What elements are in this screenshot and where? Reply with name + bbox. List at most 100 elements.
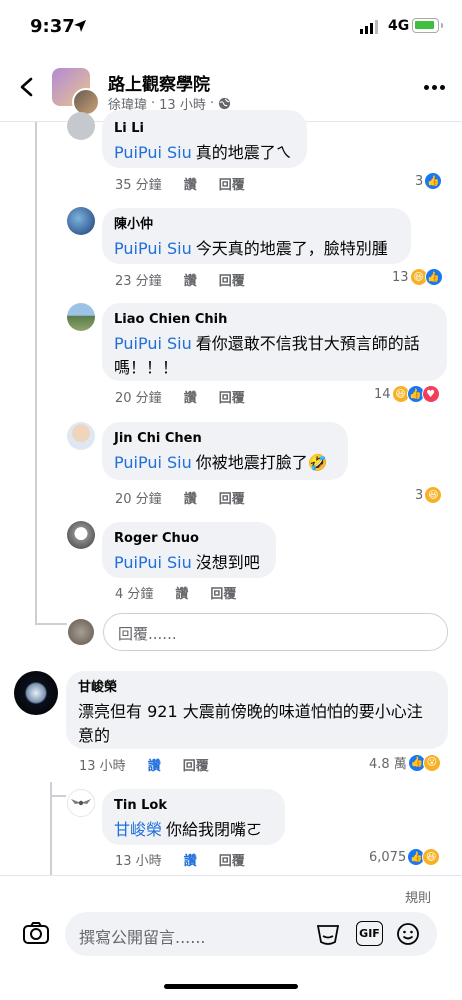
commenter-name[interactable]: Tin Lok bbox=[114, 797, 273, 815]
avatar-sticker-icon[interactable] bbox=[315, 922, 341, 946]
like-reaction-icon: 👍 bbox=[424, 268, 443, 286]
like-button[interactable]: 讚 bbox=[148, 755, 161, 774]
comment-actions: 35 分鐘 讚 回覆 bbox=[115, 174, 245, 193]
reply-button[interactable]: 回覆 bbox=[219, 387, 245, 406]
reply-input[interactable]: 回覆...... bbox=[103, 613, 448, 651]
avatar[interactable] bbox=[67, 521, 95, 549]
comment-text: 漂亮但有 921 大震前傍晚的味道怕怕的要小心注 意的 bbox=[78, 702, 423, 745]
mention-link[interactable]: PuiPui Siu bbox=[114, 239, 192, 258]
avatar[interactable] bbox=[14, 671, 58, 715]
comment-time: 4 分鐘 bbox=[115, 587, 154, 602]
comment-time: 20 分鐘 bbox=[115, 492, 162, 507]
comment-bubble: Roger Chuo PuiPui Siu 沒想到吧 bbox=[102, 522, 276, 578]
like-button[interactable]: 讚 bbox=[184, 270, 197, 289]
winged-logo-icon bbox=[71, 799, 91, 806]
comment-text: PuiPui Siu 沒想到吧 bbox=[114, 553, 260, 572]
like-reaction-icon: 👍 bbox=[424, 172, 443, 190]
avatar[interactable] bbox=[67, 789, 95, 817]
thread-line bbox=[35, 122, 37, 625]
more-options-icon[interactable] bbox=[424, 85, 445, 90]
reply-button[interactable]: 回覆 bbox=[219, 850, 245, 869]
comment-time: 20 分鐘 bbox=[115, 391, 162, 406]
reply-button[interactable]: 回覆 bbox=[219, 270, 245, 289]
comment-text: 甘峻榮 你給我閉嘴ㄛ bbox=[114, 820, 263, 839]
home-indicator bbox=[164, 984, 298, 989]
reaction-summary[interactable]: 13 😆 👍 bbox=[392, 268, 443, 286]
comment-text: PuiPui Siu 今天真的地震了，臉特別腫 bbox=[114, 239, 388, 258]
wow-reaction-icon: 😮 bbox=[422, 753, 441, 772]
status-time: 9:37 bbox=[30, 16, 75, 37]
current-user-avatar bbox=[68, 619, 94, 645]
emoji-icon[interactable] bbox=[396, 922, 420, 946]
avatar[interactable] bbox=[67, 303, 95, 331]
mention-link[interactable]: PuiPui Siu bbox=[114, 553, 192, 572]
globe-icon bbox=[218, 97, 231, 110]
avatar[interactable] bbox=[67, 112, 95, 140]
comment-text: PuiPui Siu 真的地震了ㄟ bbox=[114, 143, 292, 162]
comment-bubble: 甘峻榮 漂亮但有 921 大震前傍晚的味道怕怕的要小心注 意的 bbox=[66, 671, 448, 749]
comment-bubble: 陳小仲 PuiPui Siu 今天真的地震了，臉特別腫 bbox=[102, 208, 411, 264]
mention-link[interactable]: PuiPui Siu bbox=[114, 453, 192, 472]
comment-bubble: Jin Chi Chen PuiPui Siu 你被地震打臉了🤣 bbox=[102, 422, 348, 480]
mention-link[interactable]: PuiPui Siu bbox=[114, 334, 192, 353]
haha-reaction-icon: 😆 bbox=[422, 848, 441, 866]
camera-icon[interactable] bbox=[22, 921, 50, 945]
love-reaction-icon: ♥ bbox=[421, 385, 440, 403]
like-button[interactable]: 讚 bbox=[184, 850, 197, 869]
mention-link[interactable]: PuiPui Siu bbox=[114, 143, 192, 162]
group-name[interactable]: 路上觀察學院 bbox=[108, 70, 210, 95]
comment-text: PuiPui Siu 看你還敢不信我甘大預言師的話 嗎！！！ bbox=[114, 334, 420, 377]
like-button[interactable]: 讚 bbox=[184, 387, 197, 406]
mention-link[interactable]: 甘峻榮 bbox=[114, 820, 162, 839]
status-bar: 9:37 4G bbox=[0, 0, 462, 52]
comment-time: 35 分鐘 bbox=[115, 178, 162, 193]
commenter-name[interactable]: Liao Chien Chih bbox=[114, 311, 435, 329]
comment-composer-bar: 規則 撰寫公開留言...... GIF bbox=[0, 875, 462, 1000]
haha-reaction-icon: 😆 bbox=[424, 486, 443, 504]
gif-button[interactable]: GIF bbox=[356, 921, 383, 946]
comment-input[interactable]: 撰寫公開留言...... GIF bbox=[65, 912, 437, 956]
reply-button[interactable]: 回覆 bbox=[183, 755, 209, 774]
comment-actions: 13 小時 讚 回覆 bbox=[115, 850, 245, 869]
rules-link[interactable]: 規則 bbox=[405, 887, 431, 906]
reply-button[interactable]: 回覆 bbox=[219, 488, 245, 507]
back-arrow-icon[interactable] bbox=[16, 76, 38, 98]
commenter-name[interactable]: Roger Chuo bbox=[114, 530, 264, 548]
network-label: 4G bbox=[388, 18, 410, 34]
reaction-summary[interactable]: 3 😆 bbox=[415, 486, 443, 504]
comment-actions: 20 分鐘 讚 回覆 bbox=[115, 387, 245, 406]
like-button[interactable]: 讚 bbox=[184, 488, 197, 507]
comment-actions: 4 分鐘 讚 回覆 bbox=[115, 583, 236, 602]
comment-text: PuiPui Siu 你被地震打臉了🤣 bbox=[114, 453, 328, 472]
comment-bubble: Li Li PuiPui Siu 真的地震了ㄟ bbox=[102, 110, 307, 168]
commenter-name[interactable]: 陳小仲 bbox=[114, 216, 399, 234]
reaction-summary[interactable]: 14 😆 👍 ♥ bbox=[374, 385, 440, 403]
comment-bubble: Tin Lok 甘峻榮 你給我閉嘴ㄛ bbox=[102, 789, 285, 845]
comment-actions: 20 分鐘 讚 回覆 bbox=[115, 488, 245, 507]
comment-time: 23 分鐘 bbox=[115, 274, 162, 289]
battery-icon bbox=[412, 18, 443, 33]
commenter-name[interactable]: 甘峻榮 bbox=[78, 679, 436, 697]
location-arrow-icon bbox=[74, 20, 86, 32]
reaction-summary[interactable]: 6,075 👍 😆 bbox=[369, 848, 441, 866]
reply-button[interactable]: 回覆 bbox=[210, 583, 236, 602]
comment-input-placeholder: 撰寫公開留言...... bbox=[79, 928, 206, 947]
avatar[interactable] bbox=[67, 207, 95, 235]
like-button[interactable]: 讚 bbox=[184, 174, 197, 193]
comment-time: 13 小時 bbox=[79, 759, 126, 774]
comment-actions: 23 分鐘 讚 回覆 bbox=[115, 270, 245, 289]
thread-connector bbox=[50, 795, 66, 797]
reply-button[interactable]: 回覆 bbox=[219, 174, 245, 193]
comment-time: 13 小時 bbox=[115, 854, 162, 869]
like-button[interactable]: 讚 bbox=[175, 583, 188, 602]
commenter-name[interactable]: Jin Chi Chen bbox=[114, 430, 336, 448]
reaction-summary[interactable]: 3 👍 bbox=[415, 172, 443, 190]
group-avatar[interactable] bbox=[52, 68, 100, 116]
thread-connector bbox=[35, 623, 67, 625]
reaction-summary[interactable]: 4.8 萬 👍 😮 bbox=[369, 753, 441, 772]
commenter-name[interactable]: Li Li bbox=[114, 120, 295, 138]
avatar[interactable] bbox=[67, 422, 95, 450]
comment-bubble: Liao Chien Chih PuiPui Siu 看你還敢不信我甘大預言師的話… bbox=[102, 303, 447, 381]
signal-icon bbox=[360, 20, 378, 34]
comment-actions: 13 小時 讚 回覆 bbox=[79, 755, 209, 774]
